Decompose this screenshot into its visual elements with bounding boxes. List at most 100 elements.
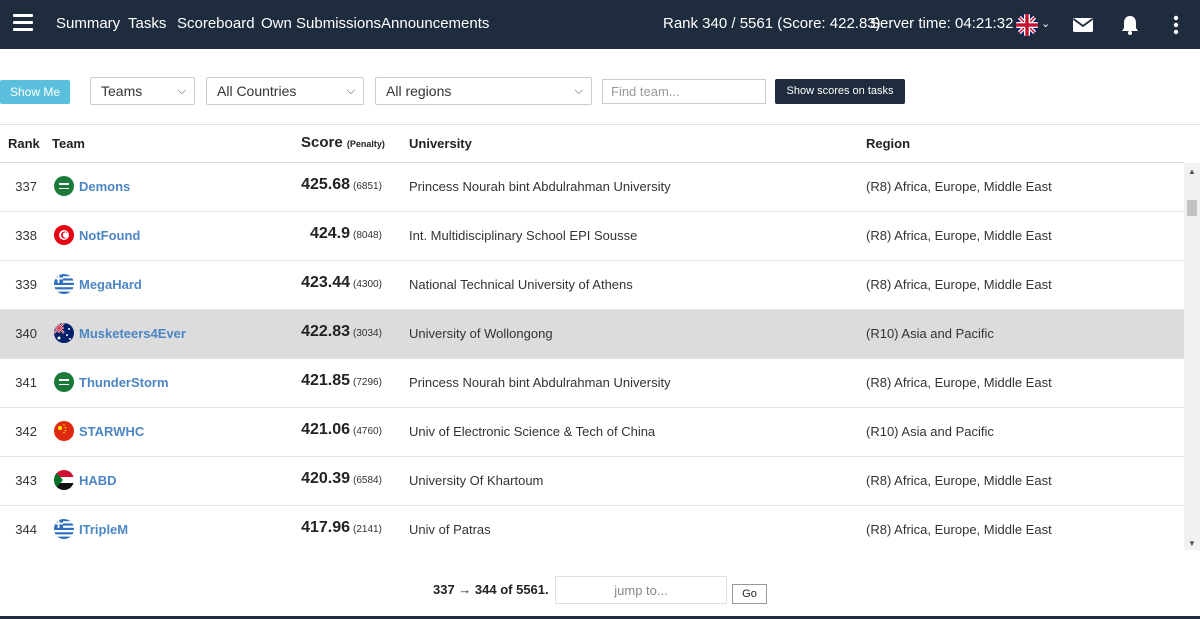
row-penalty: (6851) [353, 181, 382, 192]
row-university: National Technical University of Athens [409, 277, 633, 292]
row-rank: 344 [15, 522, 37, 537]
top-navbar: Summary Tasks Scoreboard Own Submissions… [0, 0, 1200, 49]
nav-own-submissions[interactable]: Own Submissions [261, 15, 381, 32]
table-scrollbar[interactable]: ▲ ▼ [1184, 163, 1200, 550]
row-region: (R8) Africa, Europe, Middle East [866, 375, 1052, 390]
row-region: (R8) Africa, Europe, Middle East [866, 522, 1052, 537]
kebab-menu-icon[interactable] [1165, 14, 1187, 36]
header-region[interactable]: Region [866, 136, 910, 151]
row-score: 423.44 [301, 274, 350, 291]
team-link[interactable]: NotFound [79, 228, 140, 243]
chevron-down-icon: ⌵ [177, 85, 186, 97]
country-select-value: All Countries [217, 83, 297, 99]
group-select-value: Teams [101, 83, 143, 99]
row-score: 417.96 [301, 519, 350, 536]
header-team[interactable]: Team [52, 136, 85, 151]
table-header: Rank Team Score (Penalty) University Reg… [0, 125, 1184, 163]
pagination-range: 337 → 344 of 5561. [433, 582, 549, 597]
row-penalty: (3034) [353, 328, 382, 339]
team-link[interactable]: MegaHard [79, 277, 142, 292]
nav-tasks[interactable]: Tasks [128, 15, 166, 32]
language-chevron-down-icon[interactable]: ⌄ [1041, 17, 1050, 30]
table-row: 339 MegaHard 423.44 (4300) National Tech… [0, 261, 1184, 310]
row-score: 421.06 [301, 421, 350, 438]
row-university: University of Wollongong [409, 326, 553, 341]
row-region: (R8) Africa, Europe, Middle East [866, 228, 1052, 243]
saudi-arabia-flag-icon [54, 372, 74, 392]
scroll-thumb[interactable] [1187, 200, 1197, 216]
scroll-down-arrow-icon[interactable]: ▼ [1188, 539, 1196, 548]
team-link[interactable]: ThunderStorm [79, 375, 169, 390]
row-score: 425.68 [301, 176, 350, 193]
row-rank: 341 [15, 375, 37, 390]
show-me-button[interactable]: Show Me [0, 80, 70, 104]
row-penalty: (6584) [353, 475, 382, 486]
china-flag-icon [54, 421, 74, 441]
row-score: 422.83 [301, 323, 350, 340]
row-university: Int. Multidisciplinary School EPI Sousse [409, 228, 638, 243]
row-university: Univ of Electronic Science & Tech of Chi… [409, 424, 656, 439]
row-penalty: (4760) [353, 426, 382, 437]
header-score-label: Score [301, 134, 343, 151]
table-row: 342 STARWHC 421.06 (4760) Univ of Electr… [0, 408, 1184, 457]
header-rank[interactable]: Rank [8, 136, 40, 151]
scroll-up-arrow-icon[interactable]: ▲ [1188, 167, 1196, 176]
country-select[interactable]: All Countries ⌵ [206, 77, 364, 105]
table-row: 344 ITripleM 417.96 (2141) Univ of Patra… [0, 506, 1184, 548]
sudan-flag-icon [54, 470, 74, 490]
greece-flag-icon [54, 274, 74, 294]
envelope-icon[interactable] [1072, 14, 1094, 36]
header-university[interactable]: University [409, 136, 472, 151]
tunisia-flag-icon [54, 225, 74, 245]
region-select[interactable]: All regions ⌵ [375, 77, 592, 105]
chevron-down-icon: ⌵ [346, 85, 355, 97]
row-region: (R8) Africa, Europe, Middle East [866, 473, 1052, 488]
table-row: 341 ThunderStorm 421.85 (7296) Princess … [0, 359, 1184, 408]
group-select[interactable]: Teams ⌵ [90, 77, 195, 105]
row-score: 421.85 [301, 372, 350, 389]
nav-announcements[interactable]: Announcements [381, 15, 489, 32]
scoreboard-rows: 337 Demons 425.68 (6851) Princess Nourah… [0, 163, 1184, 548]
table-row-own-team: 340 Musketeers4Ever 422.83 (3034) Univer… [0, 310, 1184, 359]
team-link[interactable]: ITripleM [79, 522, 128, 537]
row-rank: 343 [15, 473, 37, 488]
team-link[interactable]: HABD [79, 473, 117, 488]
row-university: Univ of Patras [409, 522, 491, 537]
row-score: 420.39 [301, 470, 350, 487]
table-row: 338 NotFound 424.9 (8048) Int. Multidisc… [0, 212, 1184, 261]
row-penalty: (4300) [353, 279, 382, 290]
row-region: (R10) Asia and Pacific [866, 326, 994, 341]
saudi-arabia-flag-icon [54, 176, 74, 196]
server-time: Server time: 04:21:32 [870, 15, 1014, 32]
bell-icon[interactable] [1119, 14, 1141, 36]
row-rank: 339 [15, 277, 37, 292]
row-region: (R8) Africa, Europe, Middle East [866, 179, 1052, 194]
header-penalty: (Penalty) [346, 139, 385, 149]
table-row: 343 HABD 420.39 (6584) University Of Kha… [0, 457, 1184, 506]
rank-status: Rank 340 / 5561 (Score: 422.83) [663, 15, 881, 32]
row-penalty: (7296) [353, 377, 382, 388]
header-score[interactable]: Score (Penalty) [301, 134, 385, 151]
region-select-value: All regions [386, 83, 452, 99]
jump-to-input[interactable] [555, 576, 727, 604]
team-link[interactable]: Musketeers4Ever [79, 326, 186, 341]
nav-summary[interactable]: Summary [56, 15, 120, 32]
row-university: Princess Nourah bint Abdulrahman Univers… [409, 179, 671, 194]
team-link[interactable]: Demons [79, 179, 130, 194]
row-penalty: (8048) [353, 230, 382, 241]
australia-flag-icon [54, 323, 74, 343]
go-button[interactable]: Go [732, 584, 767, 604]
hamburger-menu-icon[interactable] [13, 14, 33, 32]
find-team-input[interactable] [602, 79, 766, 104]
uk-flag-icon[interactable] [1016, 14, 1038, 36]
chevron-down-icon: ⌵ [574, 85, 583, 97]
show-scores-button[interactable]: Show scores on tasks [775, 79, 905, 104]
row-rank: 338 [15, 228, 37, 243]
row-university: University Of Khartoum [409, 473, 544, 488]
row-university: Princess Nourah bint Abdulrahman Univers… [409, 375, 671, 390]
row-penalty: (2141) [353, 524, 382, 535]
row-region: (R10) Asia and Pacific [866, 424, 994, 439]
team-link[interactable]: STARWHC [79, 424, 144, 439]
row-rank: 340 [15, 326, 37, 341]
nav-scoreboard[interactable]: Scoreboard [177, 15, 255, 32]
